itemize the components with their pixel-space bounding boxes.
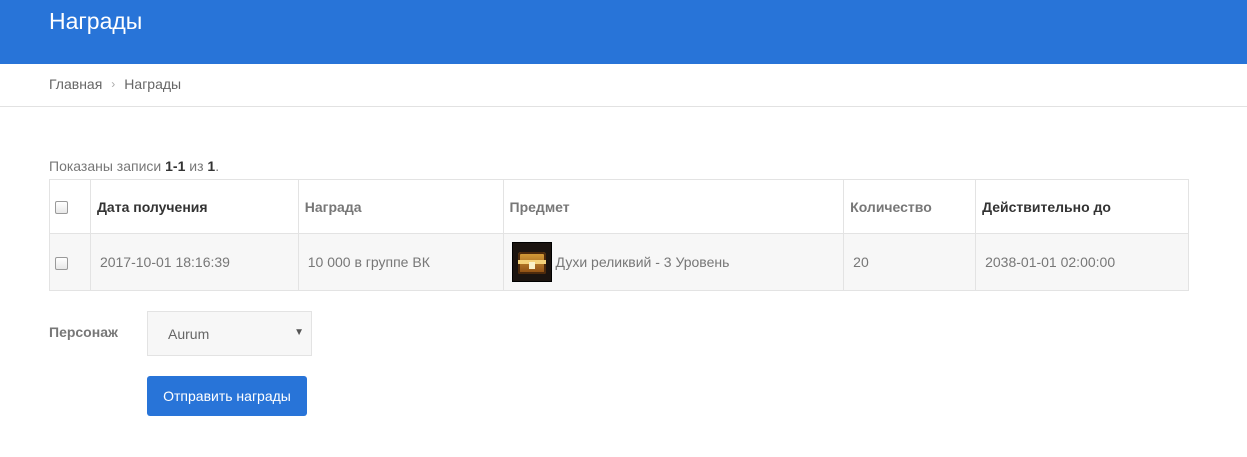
- character-select[interactable]: Aurum ▼: [147, 311, 312, 356]
- summary-middle: из: [185, 158, 208, 174]
- summary-range: 1-1: [165, 158, 186, 174]
- cell-valid-until: 2038-01-01 02:00:00: [975, 233, 1189, 291]
- row-checkbox[interactable]: [55, 256, 68, 270]
- page-header: Награды: [0, 0, 1247, 64]
- cell-reward: 10 000 в группе ВК: [297, 233, 504, 291]
- column-header-reward: Награда: [297, 179, 504, 234]
- cell-date: 2017-10-01 18:16:39: [89, 233, 299, 291]
- table-header-row: Дата получения Награда Предмет Количеств…: [49, 179, 1189, 234]
- breadcrumb-bar: Главная › Награды: [0, 64, 1247, 107]
- character-select-value: Aurum: [168, 326, 210, 342]
- character-label: Персонаж: [49, 324, 118, 340]
- cell-quantity: 20: [843, 233, 977, 291]
- send-rewards-button[interactable]: Отправить награды: [147, 376, 307, 416]
- breadcrumb-home-link[interactable]: Главная: [49, 76, 102, 92]
- records-summary: Показаны записи 1-1 из 1.: [49, 158, 219, 174]
- select-all-checkbox[interactable]: [55, 201, 68, 215]
- breadcrumb: Главная › Награды: [49, 76, 181, 92]
- column-header-date[interactable]: Дата получения: [89, 179, 299, 234]
- breadcrumb-current: Награды: [124, 76, 182, 92]
- page-title: Награды: [49, 8, 143, 34]
- summary-suffix: .: [215, 158, 220, 174]
- treasure-chest-icon: [511, 242, 552, 282]
- item-cell-content: Духи реликвий - 3 Уровень: [511, 242, 835, 282]
- cell-item: Духи реликвий - 3 Уровень: [502, 233, 845, 291]
- table-row: 2017-10-01 18:16:39 10 000 в группе ВК Д…: [49, 233, 1189, 291]
- item-name: Духи реликвий - 3 Уровень: [555, 254, 730, 270]
- select-all-cell: [49, 179, 91, 234]
- summary-prefix: Показаны записи: [49, 158, 166, 174]
- row-select-cell: [49, 233, 91, 291]
- column-header-item: Предмет: [502, 179, 845, 234]
- caret-down-icon: ▼: [294, 327, 304, 338]
- column-header-quantity: Количество: [843, 179, 977, 234]
- column-header-valid-until[interactable]: Действительно до: [975, 179, 1189, 234]
- rewards-table: Дата получения Награда Предмет Количеств…: [49, 179, 1189, 291]
- chevron-right-icon: ›: [111, 77, 116, 91]
